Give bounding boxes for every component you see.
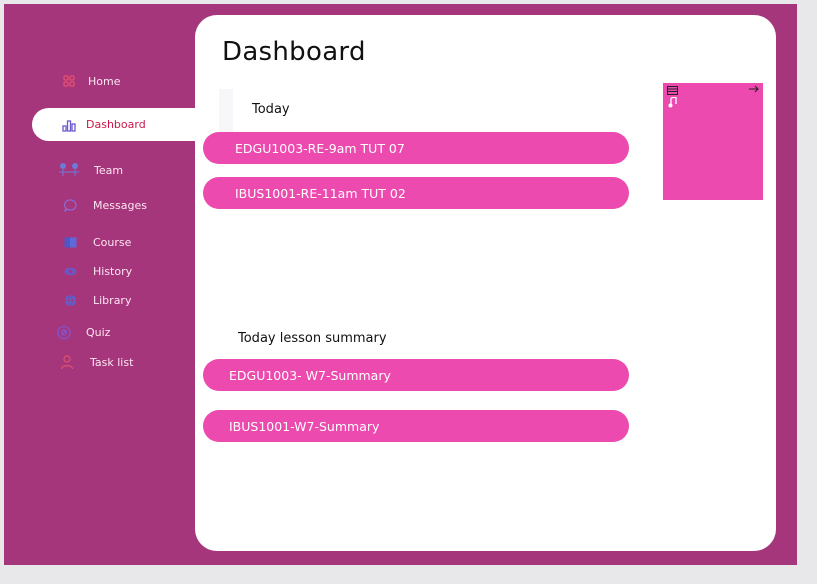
sidebar-item-label: Task list — [90, 355, 134, 369]
user-icon — [60, 354, 74, 369]
sidebar-item-history[interactable]: History — [63, 260, 132, 282]
sidebar-item-label: Course — [93, 235, 132, 249]
summary-heading: Today lesson summary — [238, 331, 387, 346]
grid-icon — [62, 74, 76, 88]
team-icon — [58, 163, 80, 177]
globe-icon — [63, 293, 77, 307]
today-class-item[interactable]: IBUS1001-RE-11am TUT 02 — [203, 177, 629, 209]
class-label: IBUS1001-RE-11am TUT 02 — [235, 185, 406, 201]
sidebar-item-label: Team — [94, 163, 124, 177]
sidebar-item-home[interactable]: Home — [62, 70, 120, 92]
sidebar-item-course[interactable]: Course — [63, 231, 131, 253]
sidebar-item-messages[interactable]: Messages — [63, 194, 147, 216]
book-icon — [63, 235, 77, 249]
sidebar-item-label: Home — [88, 74, 121, 88]
summary-item[interactable]: IBUS1001-W7-Summary — [203, 410, 629, 442]
main-panel: Dashboard Today EDGU1003-RE-9am TUT 07 I… — [195, 15, 776, 551]
arrow-right-icon[interactable] — [749, 85, 759, 96]
target-icon — [57, 325, 71, 339]
bar-chart-icon — [62, 118, 76, 132]
sidebar-item-dashboard[interactable]: Dashboard — [32, 108, 195, 141]
sidebar-item-library[interactable]: Library — [63, 289, 131, 311]
music-note-icon — [668, 96, 677, 111]
today-class-item[interactable]: EDGU1003-RE-9am TUT 07 — [203, 132, 629, 164]
sidebar-item-team[interactable]: Team — [58, 158, 123, 182]
sidebar-item-task-list[interactable]: Task list — [60, 350, 133, 374]
sidebar-item-label: Dashboard — [86, 118, 146, 131]
summary-item[interactable]: EDGU1003- W7-Summary — [203, 359, 629, 391]
sidebar-item-label: Messages — [93, 198, 147, 212]
sidebar-item-quiz[interactable]: Quiz — [57, 320, 110, 344]
eye-icon — [63, 264, 77, 278]
today-heading: Today — [252, 102, 290, 117]
sidebar-item-label: Quiz — [86, 325, 111, 339]
section-marker — [219, 89, 233, 133]
summary-label: EDGU1003- W7-Summary — [229, 367, 391, 383]
sidebar-item-label: History — [93, 264, 133, 278]
media-widget[interactable] — [663, 83, 763, 200]
sidebar-item-label: Library — [93, 293, 132, 307]
chat-bubble-icon — [63, 198, 77, 212]
summary-label: IBUS1001-W7-Summary — [229, 418, 380, 434]
page-title: Dashboard — [222, 37, 366, 67]
class-label: EDGU1003-RE-9am TUT 07 — [235, 140, 405, 156]
